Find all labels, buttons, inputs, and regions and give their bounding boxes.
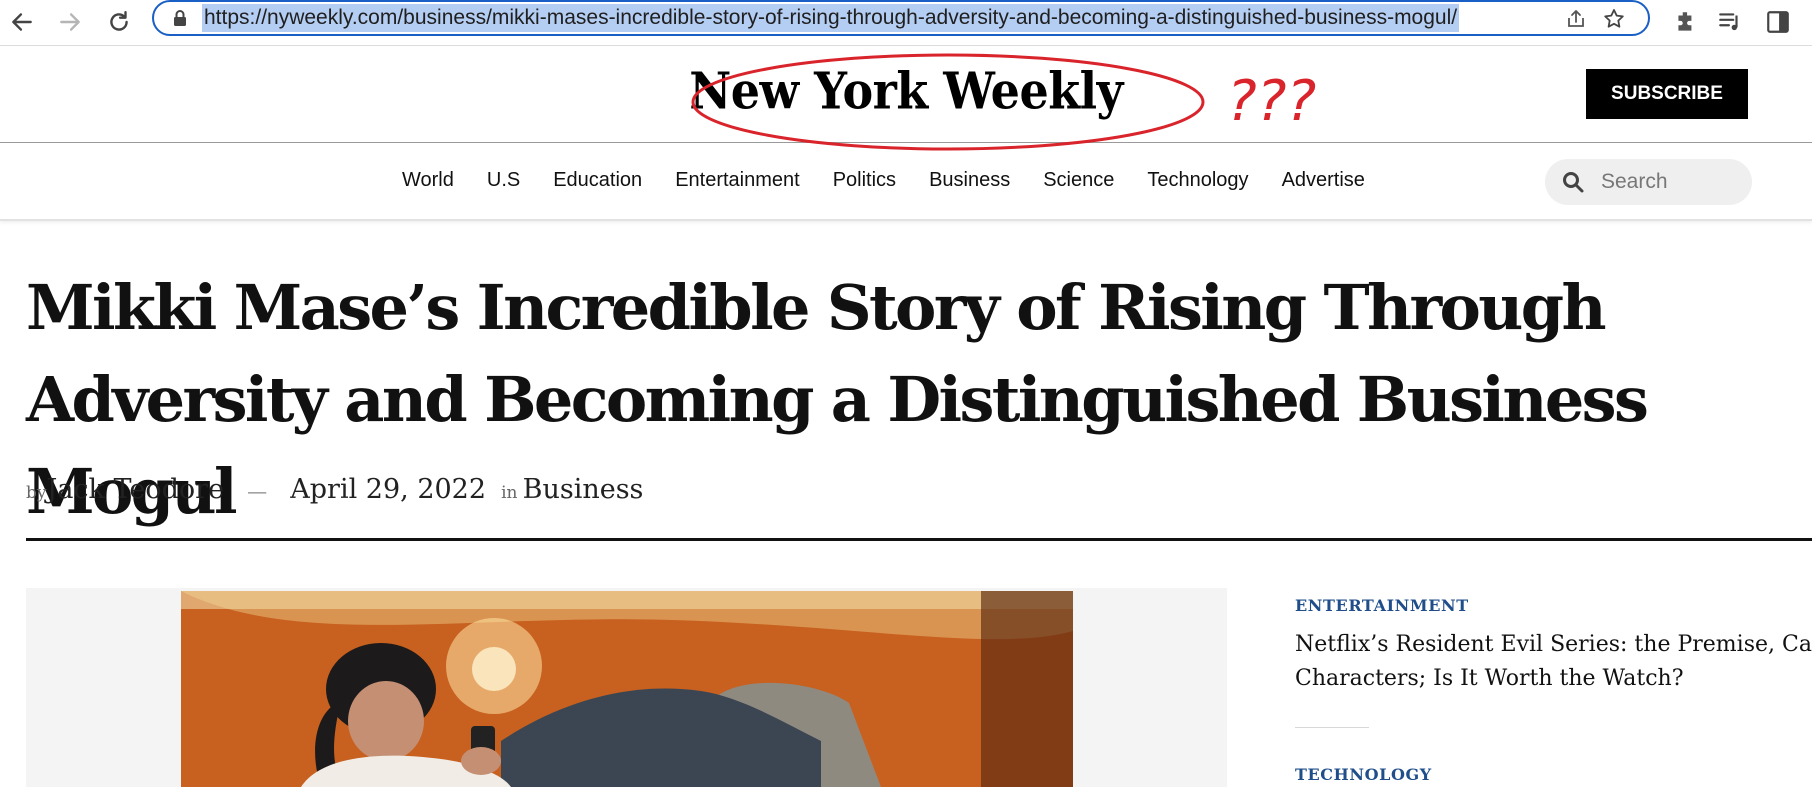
- lock-icon[interactable]: [170, 8, 190, 28]
- masthead: New York Weekly ??? SUBSCRIBE: [0, 46, 1812, 151]
- share-icon[interactable]: [1562, 5, 1590, 33]
- red-oval-annotation: [691, 53, 1205, 151]
- browser-toolbar: https://nyweekly.com/business/mikki-mase…: [0, 0, 1812, 46]
- sidebar-title-line-1[interactable]: Netflix’s Resident Evil Series: the Prem…: [1295, 628, 1812, 662]
- sidebar-title-line-2[interactable]: Characters; Is It Worth the Watch?: [1295, 662, 1812, 696]
- sidebar-category-technology[interactable]: TECHNOLOGY: [1295, 765, 1432, 784]
- by-label: by: [26, 483, 47, 503]
- nav-item-world[interactable]: World: [402, 169, 454, 192]
- reload-icon[interactable]: [101, 4, 137, 40]
- search-input[interactable]: [1599, 169, 1743, 195]
- featured-image: [181, 591, 1073, 787]
- nav-item-entertainment[interactable]: Entertainment: [675, 169, 800, 192]
- extensions-icon[interactable]: [1670, 6, 1702, 38]
- nav-item-science[interactable]: Science: [1043, 169, 1114, 192]
- category-link[interactable]: Business: [523, 474, 644, 505]
- annotation-text: ???: [1227, 69, 1316, 134]
- nav-item-education[interactable]: Education: [553, 169, 642, 192]
- search-box[interactable]: [1545, 159, 1752, 205]
- sidebar-category-entertainment[interactable]: ENTERTAINMENT: [1295, 596, 1469, 615]
- address-bar[interactable]: https://nyweekly.com/business/mikki-mase…: [152, 0, 1650, 36]
- meta-separator: —: [247, 479, 268, 503]
- in-label: in: [501, 483, 518, 503]
- bookmark-star-icon[interactable]: [1600, 5, 1628, 33]
- nav-item-politics[interactable]: Politics: [833, 169, 896, 192]
- media-control-icon[interactable]: [1714, 6, 1746, 38]
- title-divider: [26, 538, 1812, 541]
- back-icon[interactable]: [4, 4, 40, 40]
- author-link[interactable]: Jack Teodore: [47, 474, 225, 505]
- sidebar-divider: [1295, 727, 1369, 728]
- question-marks-annotation: ???: [1227, 69, 1316, 134]
- search-icon[interactable]: [1561, 170, 1585, 194]
- sidebar-article-title[interactable]: Netflix’s Resident Evil Series: the Prem…: [1295, 628, 1812, 696]
- publish-date: April 29, 2022: [290, 474, 487, 505]
- nav-item-technology[interactable]: Technology: [1147, 169, 1248, 192]
- nav-item-advertise[interactable]: Advertise: [1282, 169, 1365, 192]
- subscribe-button[interactable]: SUBSCRIBE: [1586, 69, 1748, 119]
- url-text[interactable]: https://nyweekly.com/business/mikki-mase…: [202, 4, 1460, 32]
- article-meta: byJack Teodore — April 29, 2022 in Busin…: [26, 474, 643, 505]
- nav-item-us[interactable]: U.S: [487, 169, 520, 192]
- nav-item-business[interactable]: Business: [929, 169, 1010, 192]
- photo-illustration: [181, 591, 1073, 787]
- forward-icon[interactable]: [52, 4, 88, 40]
- section-nav: World U.S Education Entertainment Politi…: [0, 143, 1812, 221]
- side-panel-icon[interactable]: [1762, 6, 1794, 38]
